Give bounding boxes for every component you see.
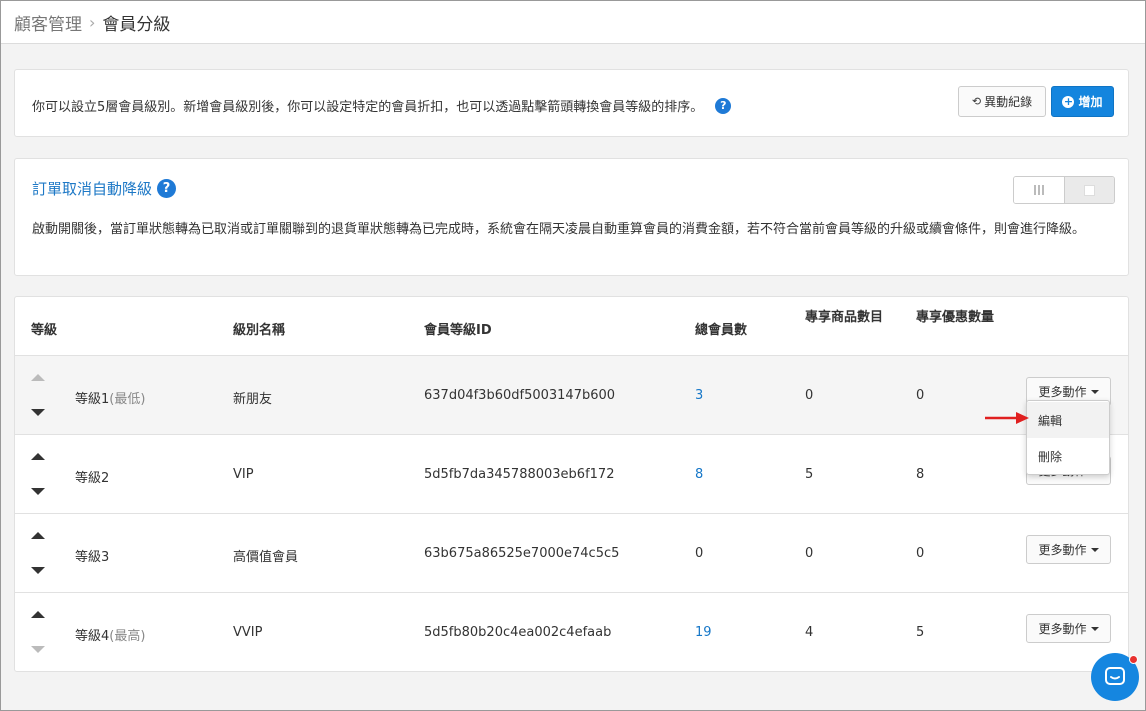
level-label: 等級3: [75, 550, 110, 565]
table-row: 等級4(最高) VVIP 5d5fb80b20c4ea002c4efaab 19…: [15, 593, 1128, 672]
auto-downgrade-toggle[interactable]: [1013, 176, 1115, 204]
level-cell: 等級1(最低): [75, 388, 145, 407]
toggle-knob[interactable]: [1064, 177, 1114, 203]
coupons-cell: 8: [916, 467, 925, 482]
more-actions-button[interactable]: 更多動作: [1026, 535, 1111, 564]
move-up-arrow-icon[interactable]: [31, 611, 45, 618]
more-actions-label: 更多動作: [1038, 385, 1087, 399]
level-cell: 等級4(最高): [75, 625, 145, 644]
caret-down-icon: [1090, 626, 1099, 631]
header-id: 會員等級ID: [424, 323, 492, 338]
move-down-arrow-icon[interactable]: [31, 646, 45, 653]
more-actions-label: 更多動作: [1038, 543, 1087, 557]
level-label: 等級1: [75, 392, 110, 407]
question-circle-icon[interactable]: ?: [715, 97, 732, 114]
info-panel: 你可以設立5層會員級別。新增會員級別後，你可以設定特定的會員折扣，也可以透過點擊…: [14, 69, 1129, 137]
add-button[interactable]: + 增加: [1051, 86, 1114, 117]
notification-dot: [1129, 655, 1138, 664]
table-row: 等級3 高價值會員 63b675a86525e7000e74c5c5 0 0 0…: [15, 514, 1128, 593]
coupons-cell: 5: [916, 625, 925, 640]
name-cell: 新朋友: [233, 392, 273, 407]
id-cell: 63b675a86525e7000e74c5c5: [424, 546, 620, 561]
auto-downgrade-description: 啟動開關後，當訂單狀態轉為已取消或訂單關聯到的退貨單狀態轉為已完成時，系統會在隔…: [32, 222, 1086, 237]
auto-downgrade-panel: 訂單取消自動降級 ? 啟動開關後，當訂單狀態轉為已取消或訂單關聯到的退貨單狀態轉…: [14, 158, 1129, 276]
more-actions-dropdown: 編輯 刪除: [1026, 400, 1110, 475]
move-up-arrow-icon[interactable]: [31, 453, 45, 460]
move-down-arrow-icon[interactable]: [31, 488, 45, 495]
breadcrumb-separator: ›: [89, 12, 96, 32]
move-down-arrow-icon[interactable]: [31, 567, 45, 574]
add-button-label: 增加: [1078, 95, 1103, 109]
members-cell: 0: [695, 546, 704, 561]
name-cell: 高價值會員: [233, 550, 299, 565]
header-name: 級別名稱: [233, 323, 286, 338]
annotation-arrow-icon: [985, 412, 1029, 424]
more-actions-label: 更多動作: [1038, 622, 1087, 636]
level-label: 等級2: [75, 471, 110, 486]
plus-circle-icon: +: [1062, 95, 1075, 108]
header-products: 專享商品數目: [805, 310, 884, 325]
id-cell: 5d5fb80b20c4ea002c4efaab: [424, 625, 612, 640]
info-text: 你可以設立5層會員級別。新增會員級別後，你可以設定特定的會員折扣，也可以透過點擊…: [32, 100, 704, 115]
auto-downgrade-title: 訂單取消自動降級: [32, 180, 153, 198]
products-cell: 5: [805, 467, 814, 482]
header-coupons: 專享優惠數量: [916, 310, 995, 325]
more-actions-button[interactable]: 更多動作: [1026, 614, 1111, 643]
members-link[interactable]: 19: [695, 625, 712, 640]
question-circle-icon[interactable]: ?: [157, 179, 177, 198]
level-note: (最高): [109, 629, 146, 644]
toggle-off-side[interactable]: [1014, 177, 1064, 203]
level-cell: 等級3: [75, 546, 109, 565]
header-members: 總會員數: [695, 323, 748, 338]
members-link[interactable]: 8: [695, 467, 703, 482]
table-header: 等級 級別名稱 會員等級ID 總會員數 專享商品數目 專享優惠數量: [15, 297, 1128, 356]
breadcrumb: 顧客管理 › 會員分級: [1, 1, 1145, 44]
products-cell: 0: [805, 546, 814, 561]
breadcrumb-parent[interactable]: 顧客管理: [14, 10, 82, 35]
chat-bubble-icon: [1105, 667, 1125, 685]
page-title: 會員分級: [102, 14, 171, 35]
auto-downgrade-title-row: 訂單取消自動降級 ?: [32, 178, 177, 199]
caret-down-icon: [1090, 389, 1099, 394]
level-cell: 等級2: [75, 467, 109, 486]
products-cell: 4: [805, 625, 814, 640]
id-cell: 637d04f3b60df5003147b600: [424, 388, 616, 403]
info-row: 你可以設立5層會員級別。新增會員級別後，你可以設定特定的會員折扣，也可以透過點擊…: [32, 96, 732, 115]
levels-table: 等級 級別名稱 會員等級ID 總會員數 專享商品數目 專享優惠數量 等級1(最低…: [14, 296, 1129, 672]
table-row: 等級1(最低) 新朋友 637d04f3b60df5003147b600 3 0…: [15, 356, 1128, 435]
members-link[interactable]: 3: [695, 388, 703, 403]
caret-down-icon: [1090, 547, 1099, 552]
table-row: 等級2 VIP 5d5fb7da345788003eb6f172 8 5 8 更…: [15, 435, 1128, 514]
history-button[interactable]: ⟲ 異動紀錄: [958, 86, 1046, 117]
move-down-arrow-icon[interactable]: [31, 409, 45, 416]
dropdown-delete-item[interactable]: 刪除: [1027, 438, 1109, 474]
name-cell: VVIP: [233, 625, 263, 640]
history-button-label: 異動紀錄: [984, 95, 1033, 109]
name-cell: VIP: [233, 467, 254, 482]
level-note: (最低): [109, 392, 146, 407]
move-up-arrow-icon[interactable]: [31, 374, 45, 381]
coupons-cell: 0: [916, 546, 925, 561]
chat-button[interactable]: [1091, 653, 1139, 701]
coupons-cell: 0: [916, 388, 925, 403]
level-label: 等級4: [75, 629, 110, 644]
header-level: 等級: [31, 323, 58, 338]
history-icon: ⟲: [971, 95, 982, 108]
id-cell: 5d5fb7da345788003eb6f172: [424, 467, 615, 482]
products-cell: 0: [805, 388, 814, 403]
dropdown-edit-item[interactable]: 編輯: [1027, 402, 1109, 438]
move-up-arrow-icon[interactable]: [31, 532, 45, 539]
